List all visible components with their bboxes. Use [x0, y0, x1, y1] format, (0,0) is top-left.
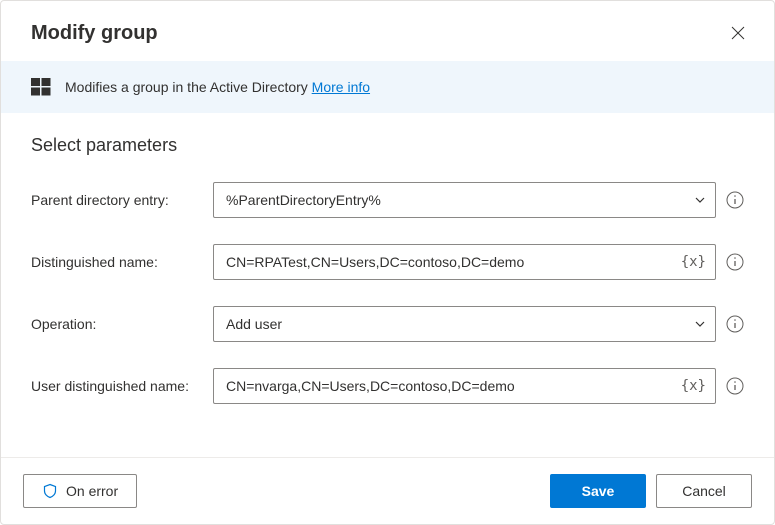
- label-distinguished-name: Distinguished name:: [31, 254, 203, 270]
- label-parent-directory: Parent directory entry:: [31, 192, 203, 208]
- windows-icon: [31, 77, 51, 97]
- input-distinguished-name[interactable]: [213, 244, 716, 280]
- banner-text: Modifies a group in the Active Directory…: [65, 79, 370, 95]
- input-parent-directory[interactable]: [213, 182, 716, 218]
- row-parent-directory: Parent directory entry:: [31, 182, 744, 218]
- input-user-dn[interactable]: [213, 368, 716, 404]
- row-distinguished-name: Distinguished name: {x}: [31, 244, 744, 280]
- info-icon-user-dn[interactable]: [726, 377, 744, 395]
- select-operation[interactable]: [213, 306, 716, 342]
- row-user-dn: User distinguished name: {x}: [31, 368, 744, 404]
- on-error-button[interactable]: On error: [23, 474, 137, 508]
- cancel-button[interactable]: Cancel: [656, 474, 752, 508]
- info-banner: Modifies a group in the Active Directory…: [1, 61, 774, 113]
- footer-actions: Save Cancel: [550, 474, 752, 508]
- section-title: Select parameters: [31, 135, 744, 156]
- more-info-link[interactable]: More info: [312, 79, 370, 95]
- info-icon-dn[interactable]: [726, 253, 744, 271]
- save-button[interactable]: Save: [550, 474, 646, 508]
- close-icon: [730, 25, 746, 41]
- info-icon-operation[interactable]: [726, 315, 744, 333]
- dialog-content: Select parameters Parent directory entry…: [1, 113, 774, 457]
- label-operation: Operation:: [31, 316, 203, 332]
- close-button[interactable]: [724, 19, 752, 47]
- row-operation: Operation:: [31, 306, 744, 342]
- dialog-footer: On error Save Cancel: [1, 457, 774, 524]
- banner-description: Modifies a group in the Active Directory: [65, 79, 312, 95]
- info-icon-parent[interactable]: [726, 191, 744, 209]
- label-user-dn: User distinguished name:: [31, 378, 203, 394]
- dialog-title: Modify group: [31, 22, 158, 45]
- shield-icon: [42, 483, 58, 499]
- dialog-header: Modify group: [1, 1, 774, 61]
- on-error-label: On error: [66, 483, 118, 499]
